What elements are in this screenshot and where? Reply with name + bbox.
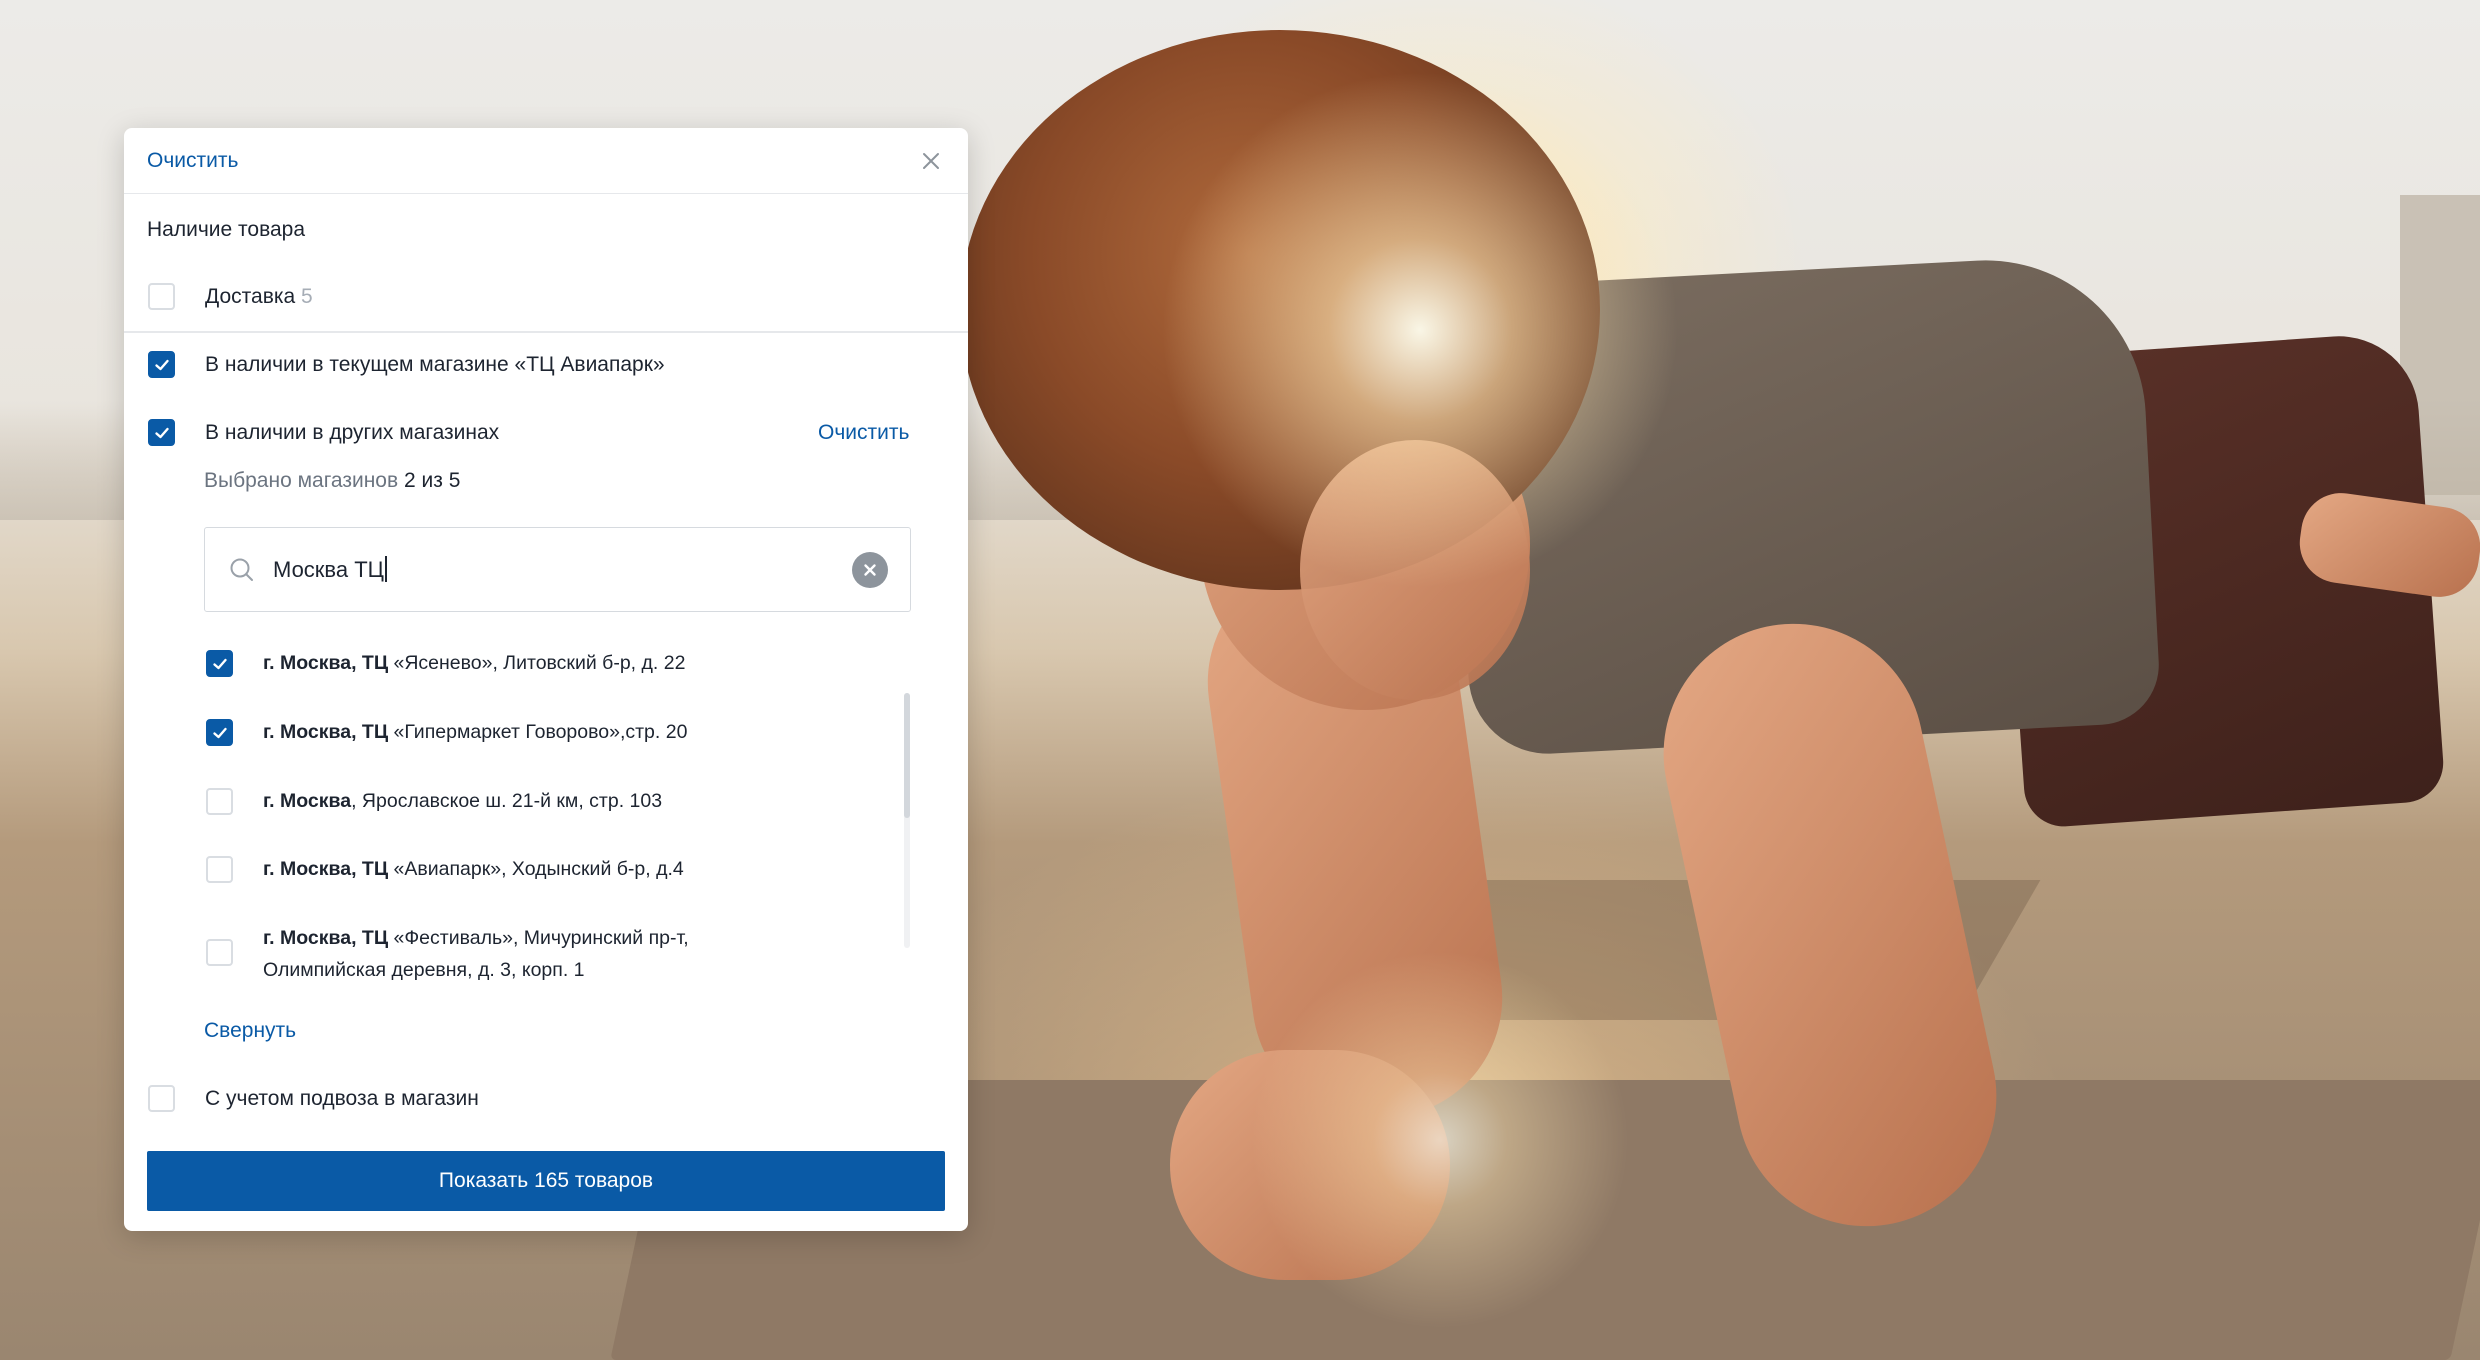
panel-header: Очистить [124,128,968,194]
checkbox-checked[interactable] [148,351,175,378]
checkbox[interactable] [148,283,175,310]
store-city: г. Москва, ТЦ [263,927,389,949]
store-address: , Ярославское ш. 21-й км, стр. 103 [351,790,663,812]
store-label: г. Москва, ТЦ «Гипермаркет Говорово»,стр… [263,716,687,748]
store-item[interactable]: г. Москва, ТЦ «Авиапарк», Ходынский б-р,… [206,856,684,885]
check-icon [212,658,227,669]
check-icon [154,427,169,438]
text-caret [384,556,387,582]
selected-count-value: 2 из 5 [404,469,461,492]
store-address-line2: Олимпийская деревня, д. 3, корп. 1 [263,959,585,981]
check-icon [212,727,227,738]
filter-panel: Очистить Наличие товара Доставка 5 В нал… [124,128,968,1231]
search-input[interactable]: Москва ТЦ [273,556,852,583]
option-current-store-label: В наличии в текущем магазине «ТЦ Авиапар… [205,352,665,376]
store-city: г. Москва, ТЦ [263,858,389,880]
checkbox[interactable] [206,939,233,966]
clear-all-link[interactable]: Очистить [147,149,238,173]
option-delivery-label: Доставка [205,284,296,308]
selected-count-prefix: Выбрано магазинов [204,469,399,492]
sun-glare-lower [1250,950,1630,1330]
search-icon [230,558,253,581]
store-item[interactable]: г. Москва, ТЦ «Гипермаркет Говорово»,стр… [206,719,687,748]
store-address: «Ясенево», Литовский б-р, д. 22 [388,652,686,674]
scrollbar-thumb[interactable] [904,693,910,818]
clear-stores-link[interactable]: Очистить [818,421,909,445]
collapse-link[interactable]: Свернуть [204,1019,296,1043]
checkbox[interactable] [206,788,233,815]
checkbox-checked[interactable] [148,419,175,446]
section-title: Наличие товара [147,218,306,241]
checkbox-checked[interactable] [206,650,233,677]
checkbox[interactable] [206,856,233,883]
store-city: г. Москва, ТЦ [263,721,389,743]
store-label: г. Москва, Ярославское ш. 21-й км, стр. … [263,785,662,817]
clear-icon[interactable] [852,551,888,588]
store-search-field[interactable]: Москва ТЦ [204,527,911,612]
search-value: Москва ТЦ [273,557,384,582]
option-delivery-count: 5 [301,284,313,308]
store-item[interactable]: г. Москва, ТЦ «Фестиваль», Мичуринский п… [206,924,689,986]
store-label: г. Москва, ТЦ «Авиапарк», Ходынский б-р,… [263,853,684,885]
store-label: г. Москва, ТЦ «Ясенево», Литовский б-р, … [263,647,685,679]
option-label: Доставка 5 [205,285,313,309]
store-item[interactable]: г. Москва, ТЦ «Ясенево», Литовский б-р, … [206,650,685,679]
store-address: «Авиапарк», Ходынский б-р, д.4 [388,858,684,880]
checkbox-checked[interactable] [206,719,233,746]
store-address: «Гипермаркет Говорово»,стр. 20 [388,721,688,743]
option-transfer[interactable]: С учетом подвоза в магазин [124,1085,968,1112]
store-label: г. Москва, ТЦ «Фестиваль», Мичуринский п… [263,922,689,986]
option-transfer-label: С учетом подвоза в магазин [205,1086,479,1110]
option-delivery[interactable]: Доставка 5 [124,283,968,310]
selected-count: Выбрано магазинов 2 из 5 [204,469,460,493]
close-icon[interactable] [916,146,946,176]
option-other-stores-label: В наличии в других магазинах [205,420,500,444]
store-address: «Фестиваль», Мичуринский пр-т, [388,927,689,949]
check-icon [154,359,169,370]
store-city: г. Москва [263,790,352,812]
store-item[interactable]: г. Москва, Ярославское ш. 21-й км, стр. … [206,788,662,817]
option-current-store[interactable]: В наличии в текущем магазине «ТЦ Авиапар… [124,351,968,378]
sun-glare [1160,70,1680,590]
divider [124,331,968,333]
checkbox[interactable] [148,1085,175,1112]
show-products-button[interactable]: Показать 165 товаров [147,1151,945,1211]
store-city: г. Москва, ТЦ [263,652,389,674]
